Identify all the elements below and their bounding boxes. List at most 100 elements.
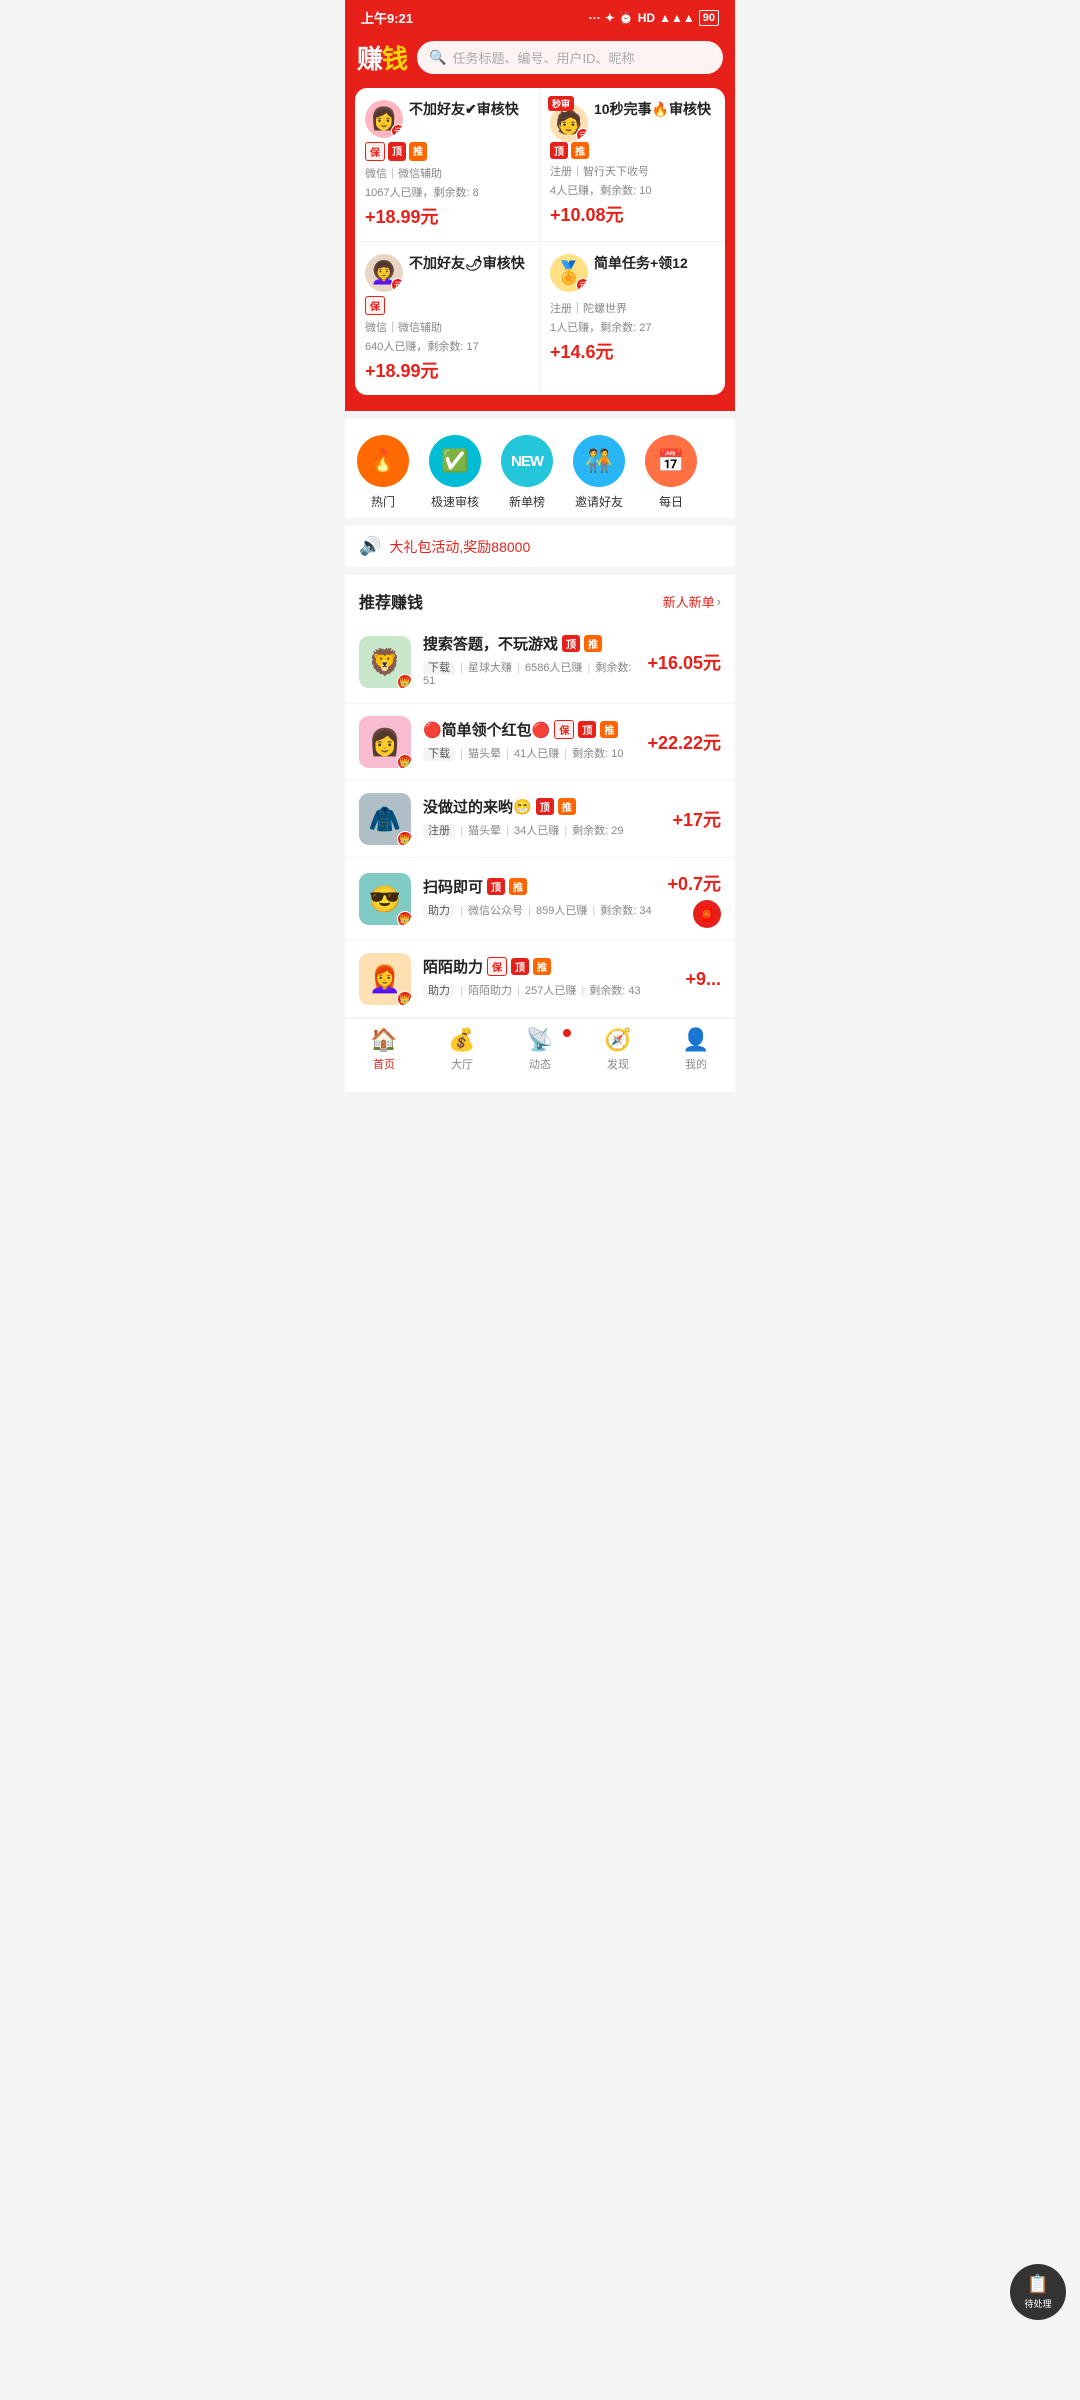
hot-label: 热门 (371, 493, 395, 510)
badge-bao-5: 保 (487, 957, 507, 976)
nav-item-home[interactable]: 🏠 首页 (345, 1027, 423, 1072)
badge-ding-5: 顶 (511, 958, 529, 975)
list-item-5[interactable]: 👩‍🦰 👑 陌陌助力 保 顶 推 助力 | 陌陌助力 | 257人已赚 | 剩余… (345, 941, 735, 1018)
search-bar[interactable]: 🔍 任务标题、编号、用户ID、昵称 (417, 41, 723, 74)
category-fast[interactable]: ✅ 极速审核 (429, 435, 481, 510)
floating-label: 待处理 (1024, 2297, 1051, 2310)
badge-ding-2: 顶 (578, 721, 596, 738)
task-amount-2: +22.22元 (647, 729, 721, 755)
task-price-4: +14.6元 (550, 338, 715, 364)
list-avatar-1: 🦁 👑 (359, 636, 411, 688)
task-stats-3: 640人已赚，剩余数: 17 (365, 338, 529, 354)
badge-ding-1: 顶 (562, 635, 580, 652)
status-icons: ··· ✦ ⏰ HD ▲▲▲ 90 (589, 10, 719, 26)
task-categories-1: 微信｜微信辅助 (365, 165, 529, 181)
dynamic-icon: 📡 (526, 1027, 553, 1053)
dynamic-label: 动态 (529, 1056, 551, 1072)
task-badges-3: 保 (365, 296, 529, 315)
notification-dot (563, 1029, 571, 1037)
categories-section: 🔥 热门 ✅ 极速审核 NEW 新单榜 🧑‍🤝‍🧑 邀请好友 📅 每日 (345, 419, 735, 518)
category-invite[interactable]: 🧑‍🤝‍🧑 邀请好友 (573, 435, 625, 510)
task-stats-4: 1人已赚，剩余数: 27 (550, 319, 715, 335)
list-item-4[interactable]: 😎 👑 扫码即可 顶 推 助力 | 微信公众号 | 859人已赚 | 剩余数: … (345, 858, 735, 941)
search-placeholder: 任务标题、编号、用户ID、昵称 (452, 48, 634, 67)
task-badges-1: 保 顶 推 (365, 142, 529, 161)
task-categories-2: 注册｜智行天下收号 (550, 163, 715, 179)
status-bar: 上午9:21 ··· ✦ ⏰ HD ▲▲▲ 90 (345, 0, 735, 31)
task-title-4: 简单任务+领12 (594, 254, 715, 272)
daily-label: 每日 (659, 493, 683, 510)
category-hot[interactable]: 🔥 热门 (357, 435, 409, 510)
announcement[interactable]: 🔊 大礼包活动,奖励88000 (345, 526, 735, 567)
list-item-3[interactable]: 🧥 👑 没做过的来哟😁 顶 推 注册 | 猫头晕 | 34人已赚 | 剩余数: … (345, 781, 735, 858)
task-cell-4[interactable]: 🏅 元 简单任务+领12 注册｜陀螺世界 1人已赚，剩余数: 27 +14.6元 (540, 242, 725, 395)
logo: 赚钱 (357, 39, 407, 76)
task-price-1: +18.99元 (365, 203, 529, 229)
nav-item-mine[interactable]: 👤 我的 (657, 1027, 735, 1072)
floating-button[interactable]: 📋 待处理 (1010, 2264, 1066, 2320)
task-cell-3[interactable]: 👩‍🦱 元 不加好友🌶审核快 保 微信｜微信辅助 640人已赚，剩余数: 17 … (355, 242, 540, 395)
task-title-1: 不加好友✔审核快 (409, 100, 529, 118)
new-icon: NEW (501, 435, 553, 487)
mine-icon: 👤 (682, 1027, 709, 1053)
task-name-3: 没做过的来哟😁 (423, 796, 532, 817)
chevron-right-icon: › (717, 594, 721, 609)
task-amount-3: +17元 (672, 806, 721, 832)
nav-item-dynamic[interactable]: 📡 动态 (501, 1027, 579, 1072)
fast-icon: ✅ (429, 435, 481, 487)
task-badges-2: 顶 推 (550, 142, 715, 159)
battery-icon: 90 (699, 10, 719, 26)
task-name-1: 搜索答题，不玩游戏 (423, 633, 558, 654)
signal-icon: ··· (589, 11, 601, 25)
badge-tui-1: 推 (584, 635, 602, 652)
hall-icon: 💰 (448, 1027, 475, 1053)
task-tags-5: 助力 | 陌陌助力 | 257人已赚 | 剩余数: 43 (423, 982, 673, 998)
task-amount-5: +9... (685, 969, 721, 990)
search-icon: 🔍 (429, 49, 446, 66)
task-tags-3: 注册 | 猫头晕 | 34人已赚 | 剩余数: 29 (423, 822, 660, 838)
task-name-2: 🔴简单领个红包🔴 (423, 719, 550, 740)
task-grid-wrapper: 👩 元 不加好友✔审核快 保 顶 推 微信｜微信辅助 1067人已赚，剩余数: … (345, 88, 735, 411)
list-item-2[interactable]: 👩 👑 🔴简单领个红包🔴 保 顶 推 下载 | 猫头晕 | 41人已赚 | 剩余… (345, 704, 735, 781)
badge-bao-2: 保 (554, 720, 574, 739)
header: 赚钱 🔍 任务标题、编号、用户ID、昵称 (345, 31, 735, 88)
badge-tui-3: 推 (558, 798, 576, 815)
task-cell-2[interactable]: 秒审 🧑 元 10秒完事🔥审核快 顶 推 注册｜智行天下收号 4人已赚，剩余数:… (540, 88, 725, 242)
nav-item-hall[interactable]: 💰 大厅 (423, 1027, 501, 1072)
list-item-1[interactable]: 🦁 👑 搜索答题，不玩游戏 顶 推 下载 | 星球大赚 | 6586人已赚 | … (345, 621, 735, 704)
home-icon: 🏠 (370, 1027, 397, 1053)
new-user-link[interactable]: 新人新单 › (663, 592, 721, 611)
fast-label: 极速审核 (431, 493, 479, 510)
bluetooth-icon: ✦ (605, 11, 615, 25)
task-categories-4: 注册｜陀螺世界 (550, 300, 715, 316)
hall-label: 大厅 (451, 1056, 473, 1072)
nav-item-discover[interactable]: 🧭 发现 (579, 1027, 657, 1072)
floating-icon: 📋 (1027, 2274, 1049, 2295)
task-amount-1: +16.05元 (647, 649, 721, 675)
list-avatar-5: 👩‍🦰 👑 (359, 953, 411, 1005)
wifi-icon: ▲▲▲ (659, 11, 695, 25)
task-price-3: +18.99元 (365, 357, 529, 383)
invite-label: 邀请好友 (575, 493, 623, 510)
category-daily[interactable]: 📅 每日 (645, 435, 697, 510)
badge-ding-4: 顶 (487, 878, 505, 895)
task-title-2: 10秒完事🔥审核快 (594, 100, 715, 118)
category-new[interactable]: NEW 新单榜 (501, 435, 553, 510)
announcement-text: 大礼包活动,奖励88000 (389, 537, 530, 557)
alarm-icon: ⏰ (619, 11, 634, 25)
list-avatar-2: 👩 👑 (359, 716, 411, 768)
section-title: 推荐赚钱 (359, 589, 423, 613)
task-categories-3: 微信｜微信辅助 (365, 319, 529, 335)
task-price-2: +10.08元 (550, 201, 715, 227)
task-stats-1: 1067人已赚，剩余数: 8 (365, 184, 529, 200)
categories-scroll: 🔥 热门 ✅ 极速审核 NEW 新单榜 🧑‍🤝‍🧑 邀请好友 📅 每日 (345, 435, 735, 510)
task-title-3: 不加好友🌶审核快 (409, 254, 529, 272)
task-cell-1[interactable]: 👩 元 不加好友✔审核快 保 顶 推 微信｜微信辅助 1067人已赚，剩余数: … (355, 88, 540, 242)
task-tags-2: 下载 | 猫头晕 | 41人已赚 | 剩余数: 10 (423, 745, 635, 761)
announcement-icon: 🔊 (359, 536, 381, 557)
list-avatar-3: 🧥 👑 (359, 793, 411, 845)
task-info-1: 搜索答题，不玩游戏 顶 推 下载 | 星球大赚 | 6586人已赚 | 剩余数:… (423, 633, 635, 691)
list-avatar-4: 😎 👑 (359, 873, 411, 925)
discover-label: 发现 (607, 1056, 629, 1072)
badge-tui-4: 推 (509, 878, 527, 895)
